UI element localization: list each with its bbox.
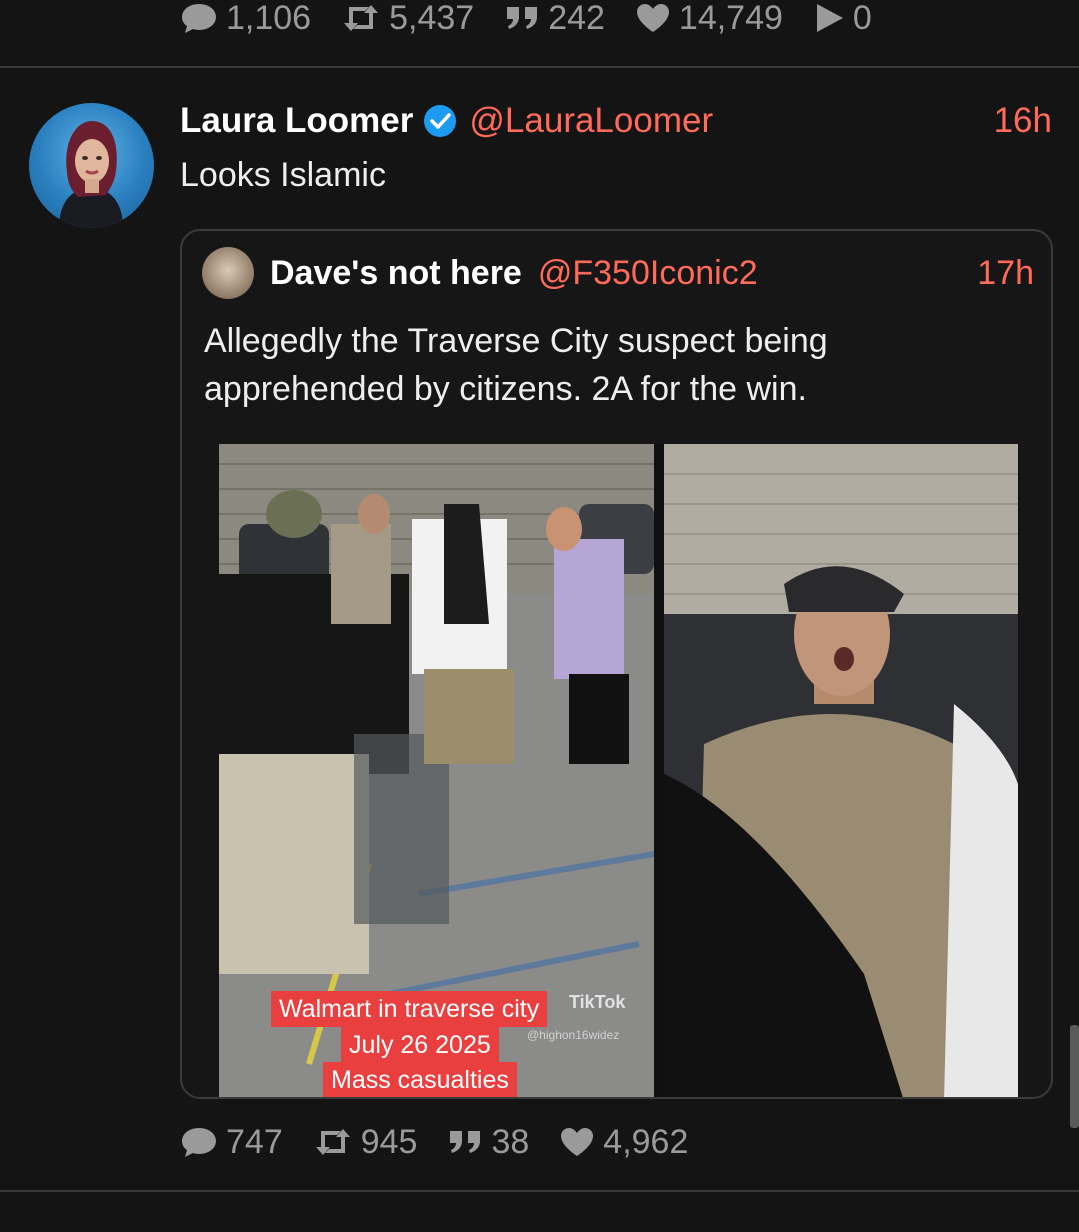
post-header: Laura Loomer @LauraLoomer 16h xyxy=(180,96,1052,146)
repost-icon xyxy=(315,1129,350,1155)
post-stats: 747 945 38 4,962 xyxy=(180,1122,718,1162)
quoted-post-text: Allegedly the Traverse City suspect bein… xyxy=(204,322,828,408)
author-handle[interactable]: @LauraLoomer xyxy=(469,101,713,141)
like-stat[interactable]: 14,749 xyxy=(635,0,783,38)
previous-post-stats: 1,106 5,437 242 14,749 0 xyxy=(180,0,902,38)
video-frame-left: Walmart in traverse city July 26 2025 Ma… xyxy=(219,444,654,1097)
video-frame-right xyxy=(664,444,1018,1097)
quoted-post-time[interactable]: 17h xyxy=(977,254,1034,293)
reply-icon xyxy=(182,4,216,33)
tiktok-watermark-user: @highon16widez xyxy=(527,1028,620,1042)
scrollbar-thumb[interactable] xyxy=(1070,1025,1079,1128)
post-divider xyxy=(0,66,1079,68)
quoted-media[interactable]: Walmart in traverse city July 26 2025 Ma… xyxy=(219,444,1019,1097)
video-caption-line1: Walmart in traverse city xyxy=(271,991,548,1027)
reply-stat[interactable]: 747 xyxy=(180,1123,283,1162)
avatar-portrait xyxy=(59,121,123,228)
repost-stat[interactable]: 945 xyxy=(313,1123,417,1162)
tiktok-watermark: TikTok xyxy=(569,992,626,1012)
play-icon xyxy=(816,4,843,32)
quoted-post[interactable]: Dave's not here @F350Iconic2 17h Alleged… xyxy=(180,229,1053,1099)
video-caption-line2: July 26 2025 xyxy=(341,1027,499,1063)
post-time[interactable]: 16h xyxy=(994,101,1052,141)
reply-stat[interactable]: 1,106 xyxy=(180,0,311,38)
like-stat[interactable]: 4,962 xyxy=(559,1123,688,1162)
repost-icon xyxy=(344,5,379,31)
quote-stat[interactable]: 38 xyxy=(447,1123,529,1162)
heart-icon xyxy=(636,4,669,32)
quote-stat[interactable]: 242 xyxy=(504,0,605,38)
quoted-post-header: Dave's not here @F350Iconic2 17h xyxy=(270,249,1034,297)
post-text: Looks Islamic xyxy=(180,156,386,194)
video-caption-line3: Mass casualties xyxy=(323,1062,517,1097)
verified-badge-icon xyxy=(423,104,457,138)
heart-icon xyxy=(561,1128,594,1156)
quoted-author-avatar[interactable] xyxy=(202,247,254,299)
quote-icon xyxy=(507,7,538,29)
author-avatar[interactable] xyxy=(29,103,154,228)
reply-icon xyxy=(182,1128,216,1157)
author-name[interactable]: Laura Loomer xyxy=(180,101,413,141)
quote-icon xyxy=(450,1131,481,1153)
post-divider xyxy=(0,1190,1079,1192)
closeup-scene xyxy=(664,444,1018,1097)
quoted-author-name[interactable]: Dave's not here xyxy=(270,254,522,293)
repost-stat[interactable]: 5,437 xyxy=(341,0,474,38)
views-stat[interactable]: 0 xyxy=(813,0,872,38)
quoted-author-handle[interactable]: @F350Iconic2 xyxy=(538,254,758,293)
